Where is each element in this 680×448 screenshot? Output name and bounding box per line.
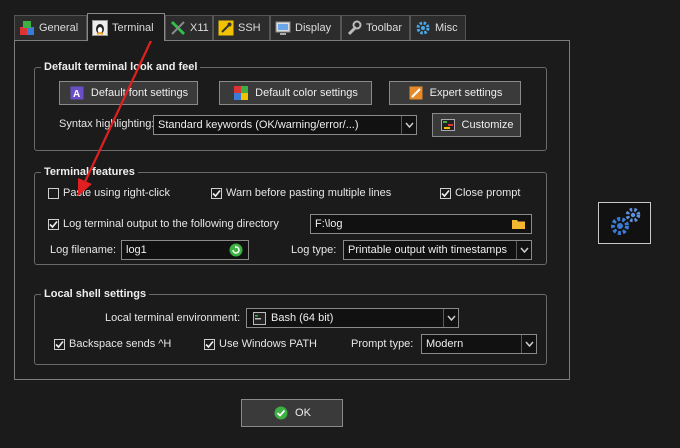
select-value: Bash (64 bit): [271, 312, 334, 324]
folder-icon[interactable]: [511, 216, 527, 232]
checkmark-icon[interactable]: [440, 187, 451, 199]
checkbox-box[interactable]: [48, 187, 59, 199]
terminal-penguin-icon: [92, 19, 108, 36]
customize-button[interactable]: Customize: [432, 113, 521, 137]
chevron-down-icon: [401, 116, 416, 134]
terminal-settings-panel: Default terminal look and feel A Default…: [14, 40, 570, 380]
syntax-highlighting-select[interactable]: Standard keywords (OK/warning/error/...): [153, 115, 417, 135]
prompt-type-label: Prompt type:: [351, 338, 414, 350]
paste-right-click-checkbox[interactable]: Paste using right-click: [48, 187, 170, 199]
tab-label: Display: [295, 22, 332, 34]
wrench-icon: [346, 20, 362, 36]
button-label: Default color settings: [255, 87, 358, 99]
group-title: Terminal features: [41, 166, 138, 178]
tab-ssh[interactable]: SSH: [213, 15, 270, 40]
select-value: Modern: [426, 338, 464, 350]
checkmark-icon[interactable]: [54, 338, 65, 350]
tab-label: Misc: [435, 22, 458, 34]
field-value: F:\log: [315, 218, 343, 230]
customize-icon: [440, 117, 456, 133]
log-directory-field[interactable]: F:\log: [310, 214, 532, 234]
log-output-checkbox[interactable]: Log terminal output to the following dir…: [48, 218, 279, 230]
default-font-button[interactable]: A Default font settings: [59, 81, 198, 105]
svg-text:A: A: [73, 89, 80, 100]
expert-settings-button[interactable]: Expert settings: [389, 81, 521, 105]
select-value: Printable output with timestamps: [348, 244, 507, 256]
expert-settings-icon: [408, 85, 424, 101]
checkmark-circle-icon: [273, 405, 289, 421]
default-color-button[interactable]: Default color settings: [219, 81, 372, 105]
ok-button[interactable]: OK: [241, 399, 343, 427]
checkbox-label: Use Windows PATH: [219, 338, 318, 350]
button-label: Customize: [461, 119, 514, 131]
tab-label: X11: [190, 22, 209, 34]
tab-label: Terminal: [112, 21, 154, 34]
gear-icon: [415, 20, 431, 36]
font-icon: A: [69, 85, 85, 101]
group-title: Local shell settings: [41, 288, 150, 300]
checkmark-icon[interactable]: [204, 338, 215, 350]
log-filename-field[interactable]: log1: [121, 240, 249, 260]
field-value: log1: [126, 244, 147, 256]
tab-x11[interactable]: X11: [165, 15, 213, 40]
close-prompt-checkbox[interactable]: Close prompt: [440, 187, 520, 199]
checkbox-label: Log terminal output to the following dir…: [63, 218, 279, 230]
checkmark-icon[interactable]: [211, 187, 222, 199]
group-title: Default terminal look and feel: [41, 61, 201, 73]
checkmark-icon[interactable]: [48, 218, 59, 230]
chevron-down-icon: [516, 241, 531, 259]
terminal-features-group: Terminal features Paste using right-clic…: [34, 166, 547, 265]
tab-terminal[interactable]: Terminal: [87, 13, 165, 41]
button-label: OK: [295, 407, 311, 419]
windows-path-checkbox[interactable]: Use Windows PATH: [204, 338, 317, 350]
tab-display[interactable]: Display: [270, 15, 341, 40]
select-value: Standard keywords (OK/warning/error/...): [158, 119, 359, 131]
general-colors-icon: [19, 20, 35, 36]
tab-label: General: [39, 22, 79, 34]
checkbox-label: Warn before pasting multiple lines: [226, 187, 392, 199]
log-type-select[interactable]: Printable output with timestamps: [343, 240, 532, 260]
backspace-checkbox[interactable]: Backspace sends ^H: [54, 338, 171, 350]
chevron-down-icon: [443, 309, 458, 327]
chevron-down-icon: [521, 335, 536, 353]
checkbox-label: Backspace sends ^H: [69, 338, 172, 350]
refresh-icon[interactable]: [228, 242, 244, 258]
syntax-label: Syntax highlighting:: [59, 118, 155, 130]
button-label: Default font settings: [90, 87, 189, 99]
monitor-icon: [275, 20, 291, 36]
tab-label: SSH: [238, 22, 261, 34]
gears-icon: [606, 205, 644, 242]
bash-terminal-icon: [251, 310, 267, 326]
local-shell-group: Local shell settings Local terminal envi…: [34, 288, 547, 365]
log-type-label: Log type:: [291, 244, 337, 256]
tab-toolbar[interactable]: Toolbar: [341, 15, 410, 40]
look-and-feel-group: Default terminal look and feel A Default…: [34, 61, 547, 151]
checkbox-label: Paste using right-click: [63, 187, 170, 199]
tab-label: Toolbar: [366, 22, 403, 34]
ssh-key-icon: [218, 20, 234, 36]
side-settings-button[interactable]: [598, 202, 651, 244]
tab-general[interactable]: General: [14, 15, 87, 40]
checkbox-label: Close prompt: [455, 187, 521, 199]
terminal-env-label: Local terminal environment:: [105, 312, 241, 324]
terminal-env-select[interactable]: Bash (64 bit): [246, 308, 459, 328]
prompt-type-select[interactable]: Modern: [421, 334, 537, 354]
tab-misc[interactable]: Misc: [410, 15, 466, 40]
warn-multiple-lines-checkbox[interactable]: Warn before pasting multiple lines: [211, 187, 391, 199]
log-filename-label: Log filename:: [50, 244, 117, 256]
color-palette-icon: [233, 85, 249, 101]
x11-icon: [170, 20, 186, 36]
button-label: Expert settings: [429, 87, 503, 99]
